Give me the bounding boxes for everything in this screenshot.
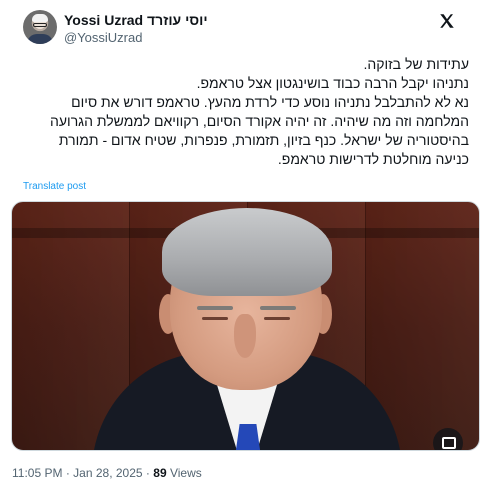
post-meta: 11:05 PM · Jan 28, 2025 · 89 Views [12, 466, 202, 480]
author-display-name[interactable]: Yossi Uzrad יוסי עוזרד [64, 12, 208, 29]
x-logo-icon[interactable] [437, 12, 457, 30]
meta-separator: · [65, 466, 70, 480]
post-header: Yossi Uzrad יוסי עוזרד @YossiUzrad [12, 0, 479, 52]
author-avatar[interactable] [23, 10, 57, 44]
post-time[interactable]: 11:05 PM [12, 466, 62, 480]
figure-brow-left [197, 306, 233, 310]
translate-post-link[interactable]: Translate post [23, 181, 86, 192]
media-expand-icon[interactable] [433, 428, 463, 450]
views-label: Views [169, 466, 202, 480]
avatar-glasses [33, 23, 47, 27]
avatar-hair [32, 14, 48, 22]
figure-hair [162, 208, 332, 296]
post-date[interactable]: Jan 28, 2025 [73, 466, 142, 480]
figure-eye-right [264, 317, 290, 320]
meta-separator: · [145, 466, 150, 480]
post-card: Yossi Uzrad יוסי עוזרד @YossiUzrad עתידו… [0, 0, 491, 492]
views-count: 89 [153, 466, 167, 480]
figure-brow-right [260, 306, 296, 310]
post-image[interactable] [11, 201, 480, 451]
author-names: Yossi Uzrad יוסי עוזרד @YossiUzrad [64, 12, 208, 46]
post-text: עתידות של בזוקה. נתניהו יקבל הרבה כבוד ב… [50, 56, 469, 167]
figure-eye-left [202, 317, 228, 320]
figure-nose [234, 314, 256, 358]
author-handle[interactable]: @YossiUzrad [64, 30, 208, 46]
avatar-shirt [27, 34, 53, 44]
